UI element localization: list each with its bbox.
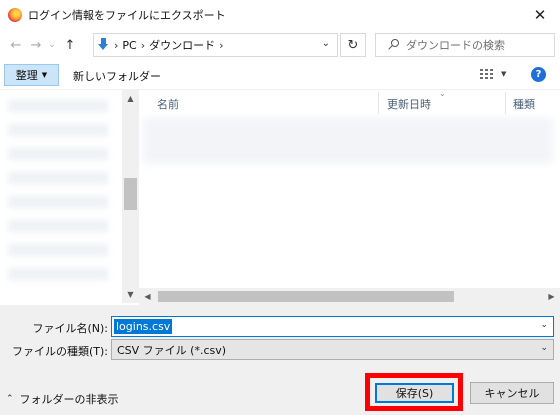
organize-label: 整理 (15, 69, 38, 82)
filetype-select[interactable]: CSV ファイル (*.csv) ⌄ (111, 339, 554, 360)
view-details-icon[interactable] (480, 69, 494, 81)
title-bar: ログイン情報をファイルにエクスポート ✕ (0, 0, 560, 30)
firefox-icon (8, 8, 22, 22)
close-icon[interactable]: ✕ (520, 0, 560, 30)
column-header: 名前 更新日時 ⌄ 種類 (139, 89, 560, 116)
cancel-button[interactable]: キャンセル (470, 382, 554, 404)
navigation-pane[interactable] (0, 90, 122, 303)
scroll-right-icon[interactable]: ▶ (543, 288, 560, 305)
breadcrumb-pc[interactable]: PC (122, 39, 136, 52)
save-button[interactable]: 保存(S) (375, 383, 454, 403)
scroll-thumb[interactable] (158, 291, 454, 302)
sort-indicator-icon: ⌄ (439, 89, 446, 98)
help-icon[interactable]: ? (531, 67, 546, 82)
list-item[interactable] (143, 118, 553, 164)
recent-locations-icon[interactable]: ⌄ (46, 34, 58, 56)
organize-button[interactable]: 整理 ▼ (4, 64, 59, 86)
search-input[interactable]: ダウンロードの検索 (375, 33, 555, 57)
scroll-thumb[interactable] (124, 178, 137, 210)
filename-label: ファイル名(N): (32, 322, 108, 335)
command-bar: 整理 ▼ 新しいフォルダー ▼ ? (0, 60, 560, 90)
new-folder-button[interactable]: 新しいフォルダー (73, 68, 161, 84)
column-date-modified[interactable]: 更新日時 (387, 96, 431, 112)
chevron-down-icon[interactable]: ⌄ (322, 38, 330, 49)
window-title: ログイン情報をファイルにエクスポート (28, 9, 226, 22)
chevron-down-icon[interactable]: ⌄ (540, 343, 548, 353)
column-name[interactable]: 名前 (157, 96, 179, 112)
scroll-down-icon[interactable]: ▼ (122, 286, 139, 303)
filetype-label: ファイルの種類(T): (11, 345, 108, 358)
filename-field[interactable]: logins.csv ⌄ (111, 316, 554, 337)
search-placeholder: ダウンロードの検索 (406, 39, 505, 52)
chevron-up-icon: ⌃ (6, 394, 14, 404)
chevron-right-icon[interactable]: › (141, 39, 145, 52)
hide-folders-button[interactable]: ⌃ フォルダーの非表示 (6, 391, 119, 407)
caret-down-icon: ▼ (41, 71, 48, 79)
file-list[interactable]: 名前 更新日時 ⌄ 種類 (139, 89, 560, 303)
refresh-button[interactable]: ↻ (340, 33, 366, 57)
horizontal-scrollbar[interactable]: ◀ ▶ (139, 288, 560, 305)
caret-down-icon[interactable]: ▼ (501, 70, 506, 78)
chevron-right-icon[interactable]: › (114, 39, 118, 52)
forward-arrow-icon[interactable]: → (26, 34, 46, 56)
scroll-up-icon[interactable]: ▲ (122, 90, 139, 107)
filename-value[interactable]: logins.csv (114, 319, 173, 334)
search-icon (386, 38, 400, 52)
save-form: ファイル名(N): logins.csv ⌄ ファイルの種類(T): CSV フ… (0, 305, 560, 415)
navigation-bar: ← → ⌄ ↑ › PC › ダウンロード › ⌄ ↻ ダウンロードの検索 (0, 30, 560, 60)
chevron-right-icon[interactable]: › (219, 39, 223, 52)
navigation-scrollbar[interactable]: ▲ ▼ (122, 90, 139, 303)
filetype-value: CSV ファイル (*.csv) (117, 343, 227, 357)
hide-folders-label: フォルダーの非表示 (19, 393, 119, 406)
download-icon (98, 38, 110, 52)
breadcrumb-downloads[interactable]: ダウンロード (149, 37, 215, 53)
back-arrow-icon[interactable]: ← (6, 34, 26, 56)
chevron-down-icon[interactable]: ⌄ (540, 320, 548, 330)
address-bar[interactable]: › PC › ダウンロード › ⌄ (93, 33, 338, 57)
scroll-left-icon[interactable]: ◀ (139, 288, 156, 305)
column-type[interactable]: 種類 (513, 96, 535, 112)
up-arrow-icon[interactable]: ↑ (60, 34, 80, 56)
